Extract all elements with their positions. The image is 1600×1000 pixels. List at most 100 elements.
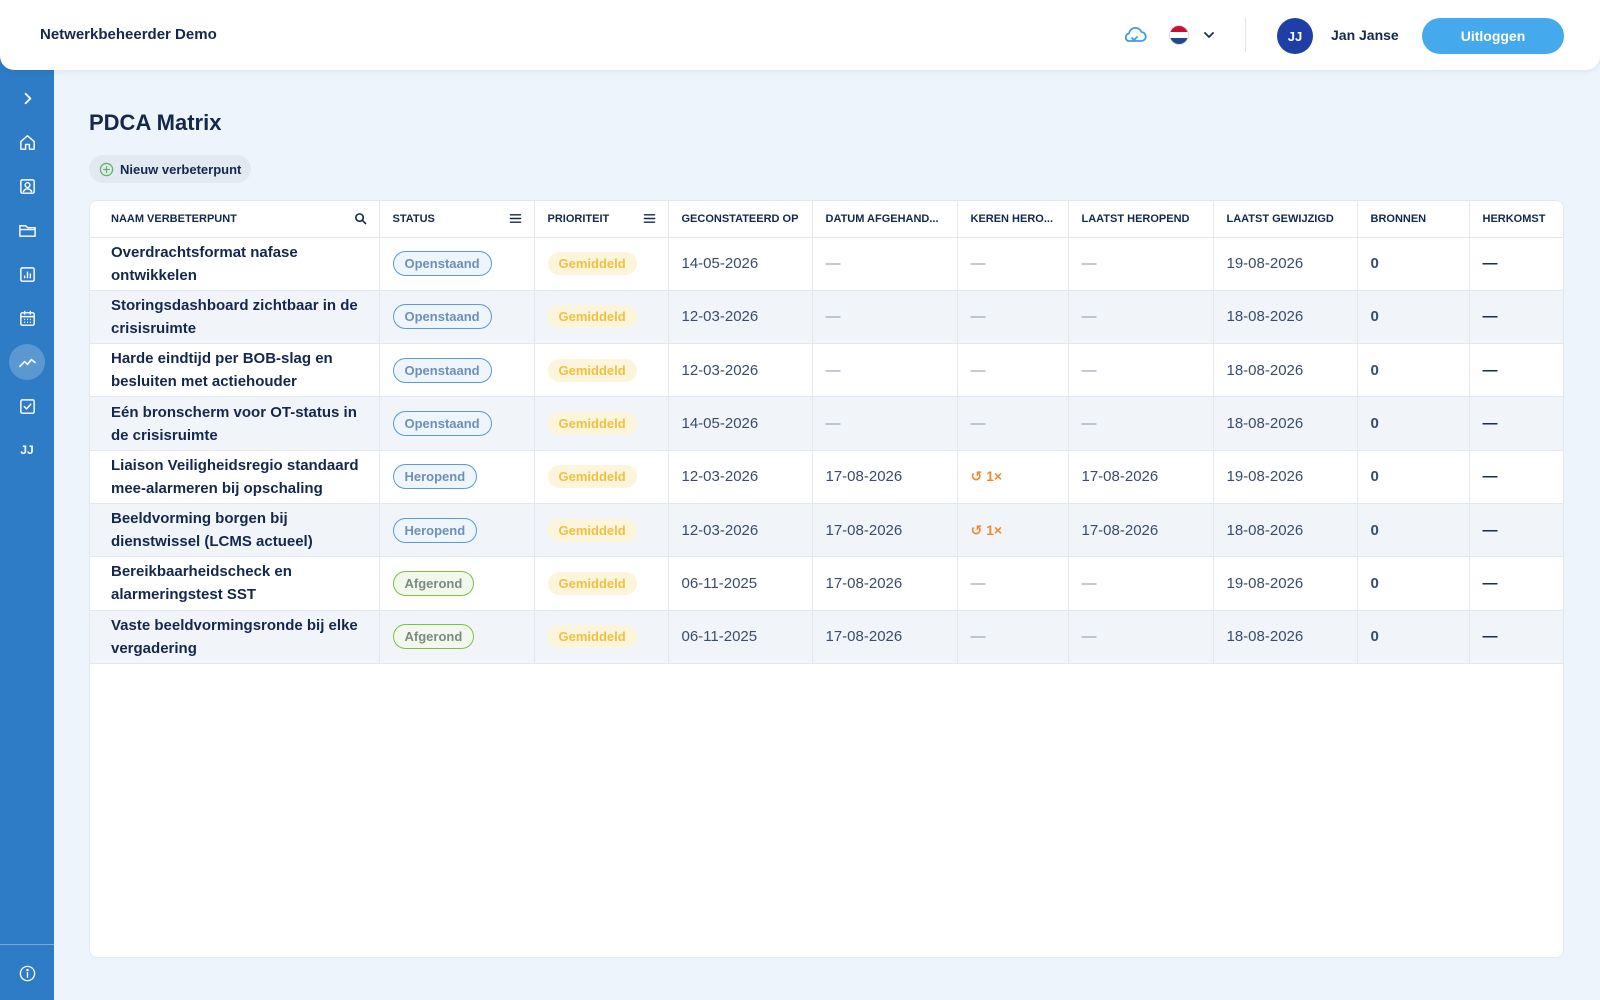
sidebar-item-pdca[interactable] bbox=[9, 344, 45, 380]
cell-name[interactable]: Eén bronscherm voor OT-status in de cris… bbox=[90, 396, 380, 451]
cell-status: Openstaand bbox=[379, 290, 535, 345]
status-badge: Heropend bbox=[392, 464, 478, 490]
cell-origin: — bbox=[1469, 237, 1563, 291]
table-row[interactable]: Eén bronscherm voor OT-status in de cris… bbox=[90, 396, 1563, 451]
cell-last-modified: 19-08-2026 bbox=[1213, 237, 1358, 291]
pdca-table: NAAM VERBETERPUNT STATUS PRIORITEIT GECO… bbox=[89, 200, 1564, 958]
priority-badge: Gemiddeld bbox=[547, 412, 637, 436]
cell-sources: 0 bbox=[1357, 503, 1470, 558]
sidebar-item-info[interactable] bbox=[9, 955, 45, 991]
cell-reopened-count: — bbox=[957, 556, 1069, 611]
column-header-origin[interactable]: HERKOMST bbox=[1469, 201, 1563, 238]
cell-priority: Gemiddeld bbox=[534, 610, 669, 664]
filter-menu-icon[interactable] bbox=[643, 212, 656, 225]
cell-name[interactable]: Overdrachtsformat nafase ontwikkelen bbox=[90, 237, 380, 291]
cell-reopened-count: ↺ 1× bbox=[957, 503, 1069, 558]
column-header-reopened-count[interactable]: KEREN HERO... bbox=[957, 201, 1069, 238]
cell-last-reopened: — bbox=[1068, 610, 1214, 664]
status-badge: Afgerond bbox=[392, 624, 475, 650]
cell-status: Heropend bbox=[379, 503, 535, 558]
cell-status: Openstaand bbox=[379, 396, 535, 451]
status-badge: Openstaand bbox=[392, 251, 492, 277]
calendar-icon bbox=[19, 310, 35, 326]
logout-button[interactable]: Uitloggen bbox=[1422, 18, 1564, 54]
table-row[interactable]: Harde eindtijd per BOB-slag en besluiten… bbox=[90, 343, 1563, 398]
cell-reopened-count: — bbox=[957, 290, 1069, 345]
avatar[interactable]: JJ bbox=[1277, 18, 1313, 54]
table-row[interactable]: Overdrachtsformat nafase ontwikkelen Open… bbox=[90, 237, 1563, 291]
cell-last-modified: 19-08-2026 bbox=[1213, 556, 1358, 611]
cell-priority: Gemiddeld bbox=[534, 556, 669, 611]
priority-badge: Gemiddeld bbox=[547, 465, 637, 489]
sidebar-expand-button[interactable] bbox=[9, 80, 45, 116]
cell-handled-date: 17-08-2026 bbox=[812, 450, 958, 504]
cell-name[interactable]: Harde eindtijd per BOB-slag en besluiten… bbox=[90, 343, 380, 398]
cell-status: Openstaand bbox=[379, 343, 535, 398]
table-row[interactable]: Liaison Veiligheidsregio standaard mee-a… bbox=[90, 450, 1563, 504]
cell-origin: — bbox=[1469, 290, 1563, 345]
cell-sources: 0 bbox=[1357, 556, 1470, 611]
sidebar-item-home[interactable] bbox=[9, 124, 45, 160]
cell-origin: — bbox=[1469, 610, 1563, 664]
cell-handled-date: 17-08-2026 bbox=[812, 610, 958, 664]
cell-reopened-count: — bbox=[957, 237, 1069, 291]
table-row[interactable]: Storingsdashboard zichtbaar in de crisis… bbox=[90, 290, 1563, 345]
cell-status: Heropend bbox=[379, 450, 535, 504]
column-header-status[interactable]: STATUS bbox=[379, 201, 535, 238]
cell-status: Afgerond bbox=[379, 610, 535, 664]
cell-priority: Gemiddeld bbox=[534, 396, 669, 451]
sidebar-item-reports[interactable] bbox=[9, 256, 45, 292]
chevron-down-icon[interactable] bbox=[1202, 28, 1216, 42]
column-header-handled-date[interactable]: DATUM AFGEHAND... bbox=[812, 201, 958, 238]
priority-badge: Gemiddeld bbox=[547, 252, 637, 276]
cell-last-reopened: 17-08-2026 bbox=[1068, 450, 1214, 504]
folder-icon bbox=[18, 224, 36, 237]
sidebar-item-tasks[interactable] bbox=[9, 388, 45, 424]
column-header-priority[interactable]: PRIORITEIT bbox=[534, 201, 669, 238]
language-flag-icon[interactable] bbox=[1169, 25, 1189, 45]
cell-reopened-count: ↺ 1× bbox=[957, 450, 1069, 504]
column-header-sources[interactable]: BRONNEN bbox=[1357, 201, 1470, 238]
cell-sources: 0 bbox=[1357, 290, 1470, 345]
table-row[interactable]: Bereikbaarheidscheck en alarmeringstest … bbox=[90, 556, 1563, 611]
cell-name[interactable]: Storingsdashboard zichtbaar in de crisis… bbox=[90, 290, 380, 345]
info-icon bbox=[19, 965, 35, 981]
status-badge: Openstaand bbox=[392, 304, 492, 330]
cell-found-date: 12-03-2026 bbox=[668, 503, 813, 558]
trend-chart-icon bbox=[18, 358, 36, 367]
cell-last-modified: 18-08-2026 bbox=[1213, 290, 1358, 345]
sidebar-divider bbox=[0, 944, 54, 945]
cell-handled-date: — bbox=[812, 290, 958, 345]
cell-handled-date: — bbox=[812, 343, 958, 398]
sidebar-item-calendar[interactable] bbox=[9, 300, 45, 336]
column-header-name[interactable]: NAAM VERBETERPUNT bbox=[90, 201, 380, 238]
sidebar-item-documents[interactable] bbox=[9, 212, 45, 248]
cell-found-date: 14-05-2026 bbox=[668, 396, 813, 451]
table-row[interactable]: Vaste beeldvormingsronde bij elke vergad… bbox=[90, 610, 1563, 664]
cell-origin: — bbox=[1469, 556, 1563, 611]
cell-reopened-count: — bbox=[957, 396, 1069, 451]
column-header-found-date[interactable]: GECONSTATEERD OP bbox=[668, 201, 813, 238]
column-header-last-modified[interactable]: LAATST GEWIJZIGD bbox=[1213, 201, 1358, 238]
cell-found-date: 12-03-2026 bbox=[668, 450, 813, 504]
plus-circle-icon bbox=[99, 162, 114, 176]
home-icon bbox=[19, 134, 35, 150]
user-name: Jan Janse bbox=[1331, 27, 1399, 43]
column-header-last-reopened[interactable]: LAATST HEROPEND bbox=[1068, 201, 1214, 238]
reopened-count-value: — bbox=[970, 361, 986, 379]
contact-card-icon bbox=[19, 178, 35, 194]
cloud-sync-icon[interactable] bbox=[1121, 24, 1147, 46]
new-improvement-button[interactable]: Nieuw verbeterpunt bbox=[89, 155, 252, 183]
reopened-count-value: — bbox=[970, 628, 986, 646]
cell-name[interactable]: Liaison Veiligheidsregio standaard mee-a… bbox=[90, 450, 380, 504]
sidebar-item-contacts[interactable] bbox=[9, 168, 45, 204]
cell-found-date: 12-03-2026 bbox=[668, 290, 813, 345]
cell-name[interactable]: Bereikbaarheidscheck en alarmeringstest … bbox=[90, 556, 380, 611]
table-row[interactable]: Beeldvorming borgen bij dienstwissel (LC… bbox=[90, 503, 1563, 558]
cell-name[interactable]: Beeldvorming borgen bij dienstwissel (LC… bbox=[90, 503, 380, 558]
search-icon[interactable] bbox=[354, 212, 367, 225]
filter-menu-icon[interactable] bbox=[509, 212, 522, 225]
cell-priority: Gemiddeld bbox=[534, 237, 669, 291]
cell-name[interactable]: Vaste beeldvormingsronde bij elke vergad… bbox=[90, 610, 380, 664]
sidebar-item-profile[interactable]: JJ bbox=[9, 432, 45, 468]
